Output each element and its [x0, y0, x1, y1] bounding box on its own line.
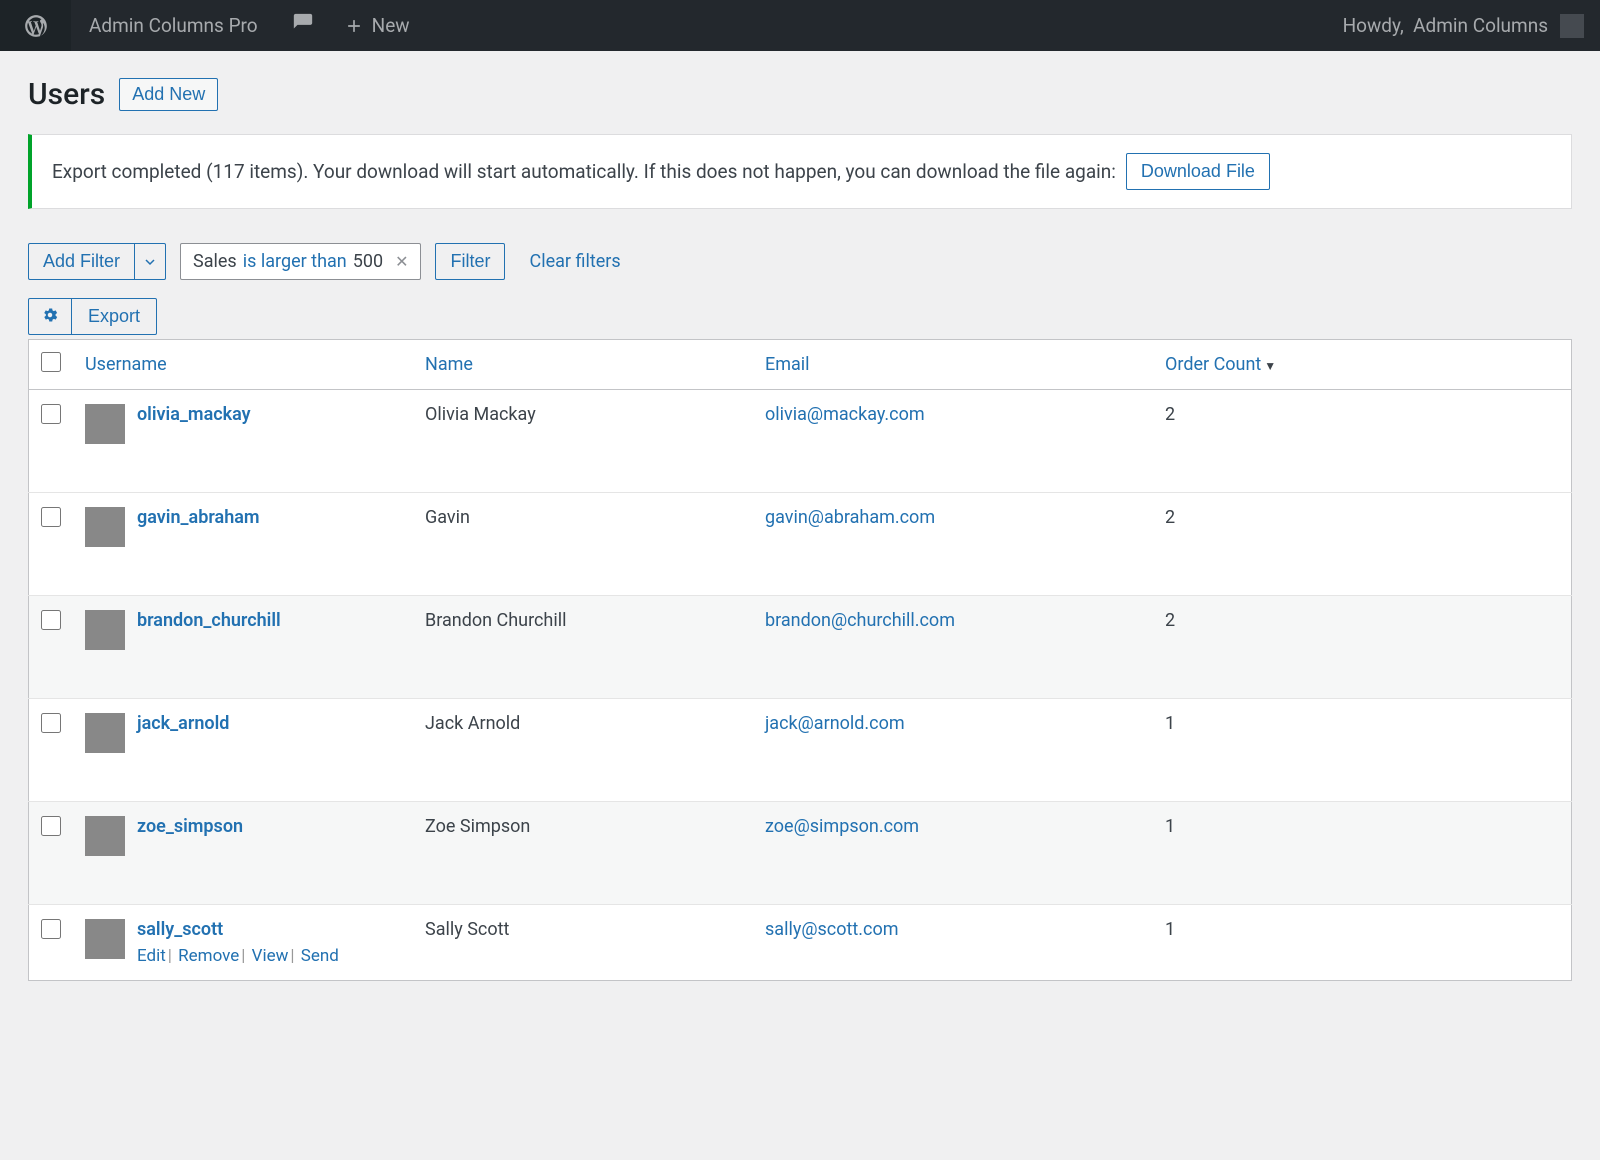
user-avatar-thumb	[85, 919, 125, 959]
clear-filters-link[interactable]: Clear filters	[519, 251, 620, 272]
select-all-header	[29, 340, 74, 390]
export-settings-button[interactable]	[28, 298, 72, 335]
row-action-edit[interactable]: Edit	[137, 946, 166, 966]
table-row: olivia_mackay Olivia Mackay olivia@macka…	[29, 390, 1572, 493]
user-avatar-thumb	[85, 404, 125, 444]
page-title: Users	[28, 77, 105, 112]
cell-name: Zoe Simpson	[413, 802, 753, 905]
cell-name: Brandon Churchill	[413, 596, 753, 699]
username-link[interactable]: brandon_churchill	[137, 610, 281, 631]
row-action-remove[interactable]: Remove	[178, 946, 239, 966]
plus-icon	[344, 16, 364, 36]
export-success-notice: Export completed (117 items). Your downl…	[28, 134, 1572, 209]
table-row: zoe_simpson Zoe Simpson zoe@simpson.com …	[29, 802, 1572, 905]
add-filter-button[interactable]: Add Filter	[28, 243, 135, 280]
user-avatar-thumb	[85, 816, 125, 856]
column-header-order-count[interactable]: Order Count	[1153, 340, 1572, 390]
active-filter-chip[interactable]: Sales is larger than 500 ✕	[180, 243, 421, 280]
new-label: New	[372, 14, 410, 37]
cell-order-count: 1	[1153, 802, 1572, 905]
comments-icon[interactable]	[276, 12, 330, 39]
user-avatar-thumb	[85, 713, 125, 753]
email-link[interactable]: gavin@abraham.com	[765, 507, 935, 528]
row-action-view[interactable]: View	[252, 946, 289, 966]
table-row: gavin_abraham Gavin gavin@abraham.com 2	[29, 493, 1572, 596]
cell-order-count: 2	[1153, 493, 1572, 596]
column-header-name[interactable]: Name	[413, 340, 753, 390]
wordpress-logo[interactable]	[0, 0, 71, 51]
cell-order-count: 2	[1153, 390, 1572, 493]
page-header: Users Add New	[28, 77, 1572, 112]
notice-text: Export completed (117 items). Your downl…	[52, 160, 1116, 183]
remove-filter-icon[interactable]: ✕	[395, 252, 408, 271]
row-checkbox[interactable]	[41, 713, 61, 733]
cell-name: Gavin	[413, 493, 753, 596]
add-filter-group: Add Filter	[28, 243, 166, 280]
filter-value: 500	[353, 251, 383, 272]
export-controls: Export	[28, 298, 1572, 335]
email-link[interactable]: zoe@simpson.com	[765, 816, 919, 837]
cell-order-count: 1	[1153, 699, 1572, 802]
user-avatar-thumb	[85, 507, 125, 547]
cell-name: Sally Scott	[413, 905, 753, 981]
row-checkbox[interactable]	[41, 610, 61, 630]
cell-order-count: 1	[1153, 905, 1572, 981]
username-link[interactable]: jack_arnold	[137, 713, 229, 734]
username-link[interactable]: olivia_mackay	[137, 404, 251, 425]
row-action-send[interactable]: Send	[301, 946, 339, 966]
email-link[interactable]: jack@arnold.com	[765, 713, 905, 734]
table-row: brandon_churchill Brandon Churchill bran…	[29, 596, 1572, 699]
email-link[interactable]: brandon@churchill.com	[765, 610, 955, 631]
row-actions: Edit| Remove| View| Send	[137, 946, 339, 966]
add-new-button[interactable]: Add New	[119, 78, 218, 111]
apply-filter-button[interactable]: Filter	[435, 243, 505, 280]
row-checkbox[interactable]	[41, 507, 61, 527]
table-row: jack_arnold Jack Arnold jack@arnold.com …	[29, 699, 1572, 802]
cell-name: Olivia Mackay	[413, 390, 753, 493]
cell-order-count: 2	[1153, 596, 1572, 699]
column-header-email[interactable]: Email	[753, 340, 1153, 390]
column-header-username[interactable]: Username	[73, 340, 413, 390]
cell-name: Jack Arnold	[413, 699, 753, 802]
howdy[interactable]: Howdy, Admin Columns	[1343, 14, 1560, 37]
download-file-button[interactable]: Download File	[1126, 153, 1270, 190]
filter-operator: is larger than	[243, 251, 347, 272]
username-link[interactable]: zoe_simpson	[137, 816, 243, 837]
admin-bar: Admin Columns Pro New Howdy, Admin Colum…	[0, 0, 1600, 51]
add-filter-dropdown-toggle[interactable]	[135, 243, 166, 280]
gear-icon	[41, 306, 59, 324]
row-checkbox[interactable]	[41, 404, 61, 424]
user-avatar-thumb	[85, 610, 125, 650]
filter-bar: Add Filter Sales is larger than 500 ✕ Fi…	[28, 243, 1572, 280]
username-link[interactable]: gavin_abraham	[137, 507, 260, 528]
site-name[interactable]: Admin Columns Pro	[71, 14, 276, 37]
row-checkbox[interactable]	[41, 816, 61, 836]
email-link[interactable]: olivia@mackay.com	[765, 404, 925, 425]
new-menu[interactable]: New	[330, 14, 424, 37]
filter-field: Sales	[193, 251, 237, 272]
username-link[interactable]: sally_scott	[137, 919, 223, 940]
row-checkbox[interactable]	[41, 919, 61, 939]
users-table: Username Name Email Order Count olivia_m…	[28, 339, 1572, 981]
caret-down-icon	[145, 257, 155, 267]
email-link[interactable]: sally@scott.com	[765, 919, 899, 940]
export-button[interactable]: Export	[72, 298, 157, 335]
select-all-checkbox[interactable]	[41, 352, 61, 372]
table-row: sally_scott Edit| Remove| View| Send Sal…	[29, 905, 1572, 981]
user-avatar[interactable]	[1560, 14, 1584, 38]
